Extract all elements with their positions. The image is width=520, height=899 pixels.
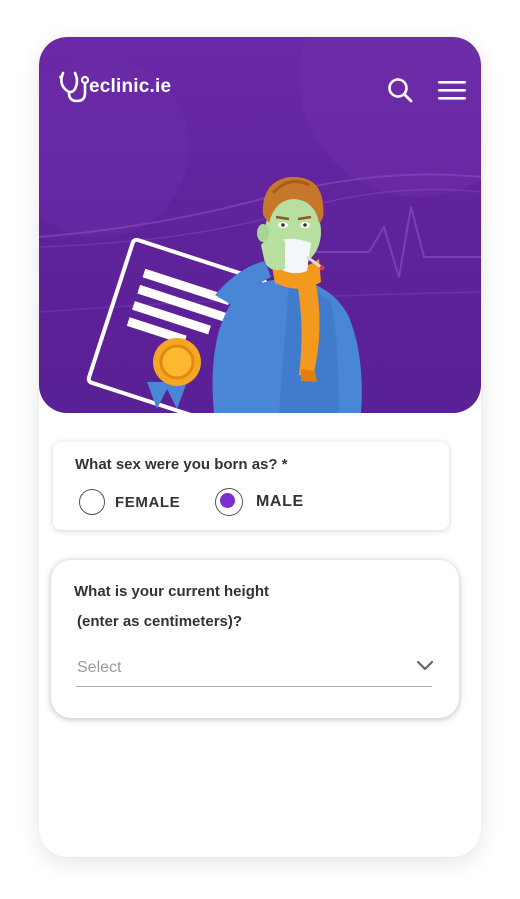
height-select[interactable]: Select <box>76 650 434 687</box>
app-frame: eclinic.ie What sex were you born as? * … <box>39 37 481 857</box>
radio-female-label: FEMALE <box>115 493 181 511</box>
height-question-card: What is your current height (enter as ce… <box>51 560 459 718</box>
radio-male-label: MALE <box>256 493 304 510</box>
sick-man-illustration <box>86 176 362 413</box>
sex-question-label: What sex were you born as? * <box>75 456 288 473</box>
radio-option-female[interactable]: FEMALE <box>79 486 180 518</box>
radio-female[interactable] <box>79 489 105 515</box>
height-select-value: Select <box>77 659 122 676</box>
chevron-down-icon <box>416 660 434 671</box>
radio-male[interactable] <box>215 488 243 516</box>
height-question-sublabel: (enter as centimeters)? <box>77 613 243 630</box>
height-question-label: What is your current height <box>74 583 270 600</box>
hero-banner: eclinic.ie <box>39 37 481 413</box>
sex-question-card: What sex were you born as? * FEMALE MALE <box>53 442 449 530</box>
radio-option-male[interactable]: MALE <box>215 486 304 518</box>
